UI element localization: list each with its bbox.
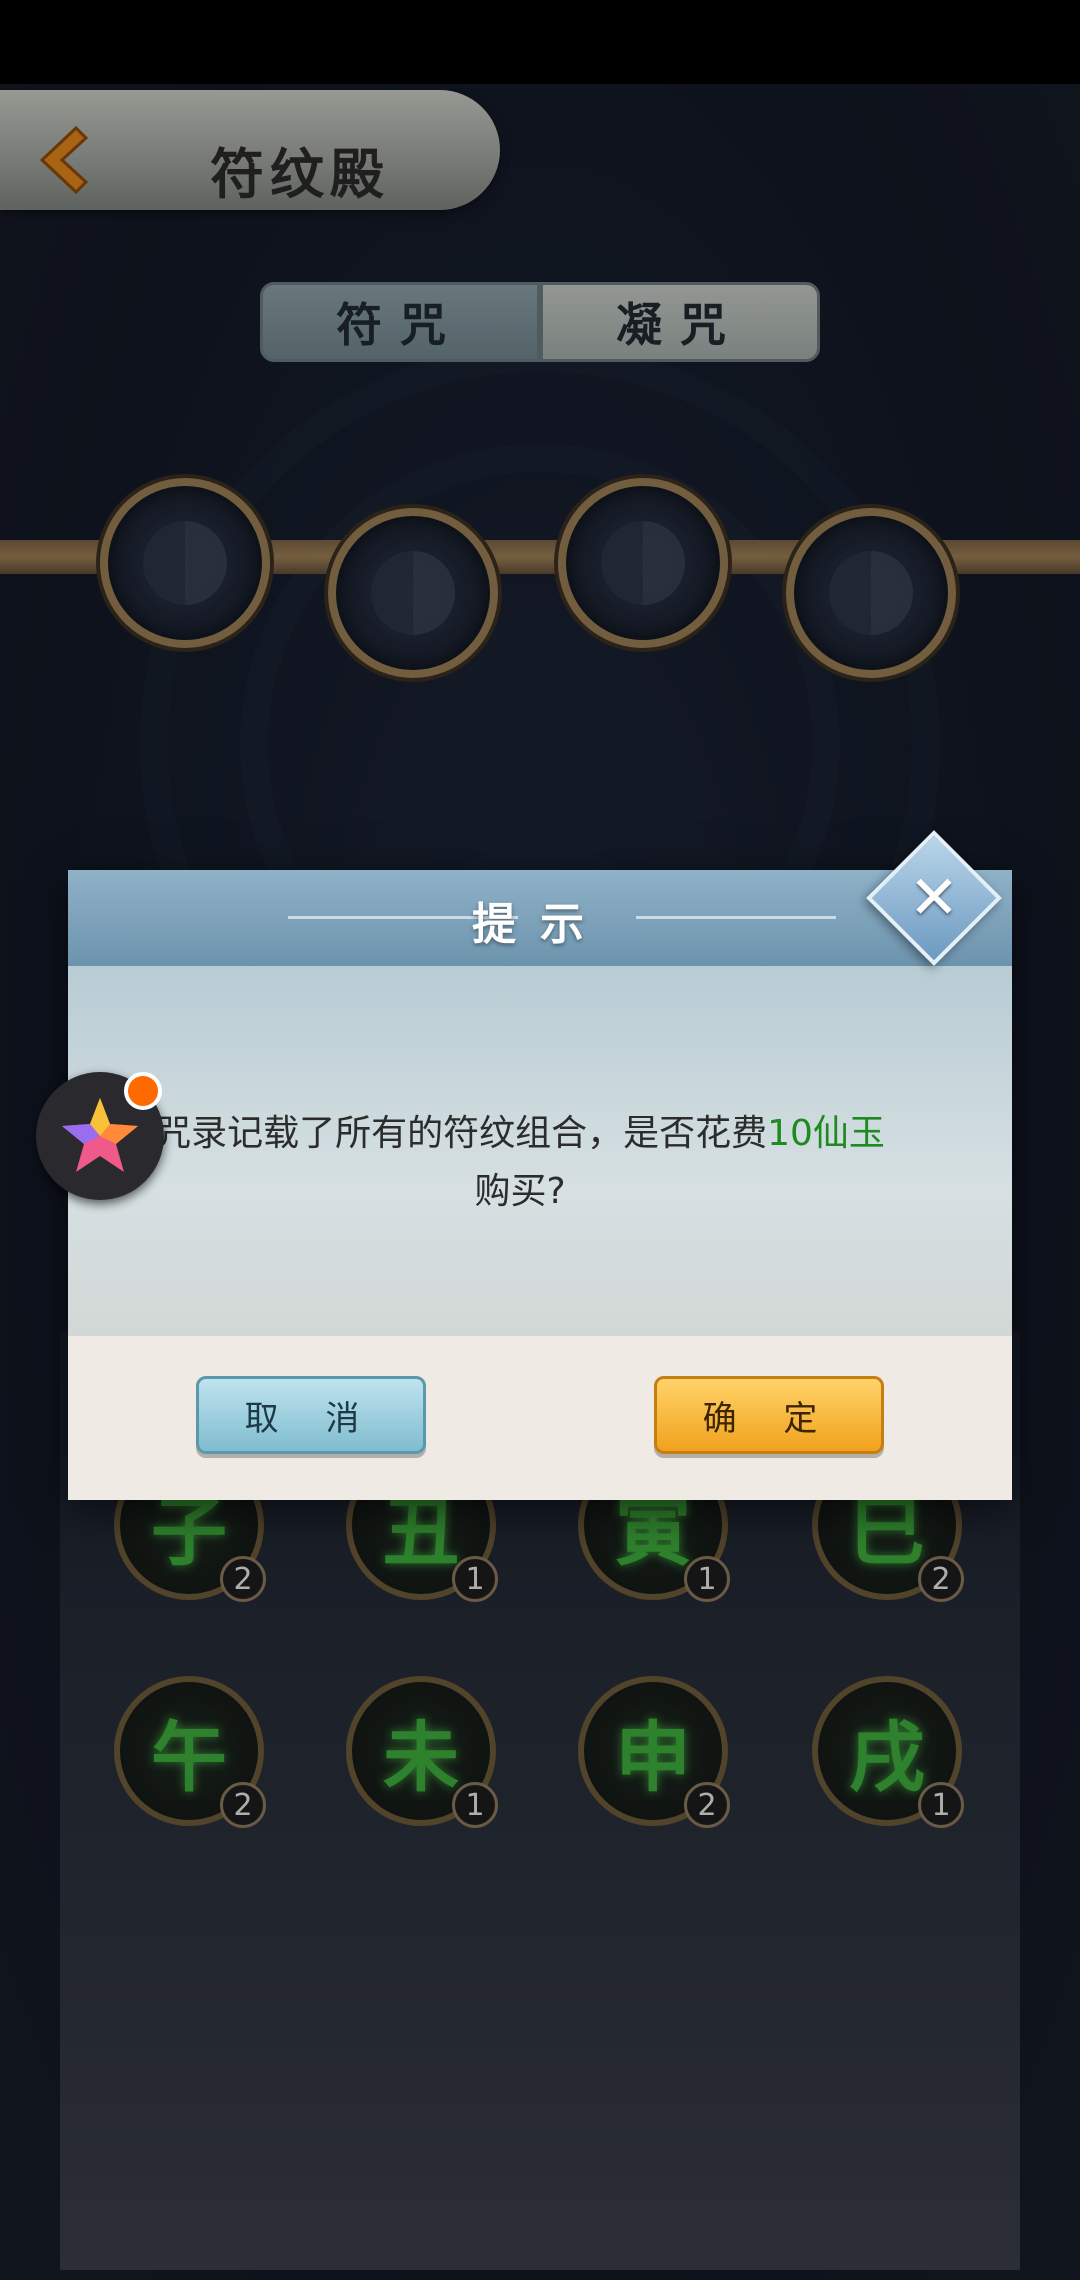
notification-dot (124, 1072, 162, 1110)
star-icon (62, 1098, 138, 1172)
close-icon: ✕ (908, 863, 960, 933)
price-highlight: 10仙玉 (767, 1113, 885, 1154)
dialog-header: 提示 (68, 870, 1012, 966)
dialog-message: 咒录记载了所有的符纹组合，是否花费10仙玉 购买? (90, 1105, 950, 1221)
message-text-end: 购买? (474, 1171, 566, 1212)
confirm-button[interactable]: 确 定 (654, 1376, 884, 1454)
status-bar (0, 0, 1080, 84)
message-text: 咒录记载了所有的符纹组合，是否花费 (155, 1113, 768, 1154)
cancel-button[interactable]: 取 消 (196, 1376, 426, 1454)
